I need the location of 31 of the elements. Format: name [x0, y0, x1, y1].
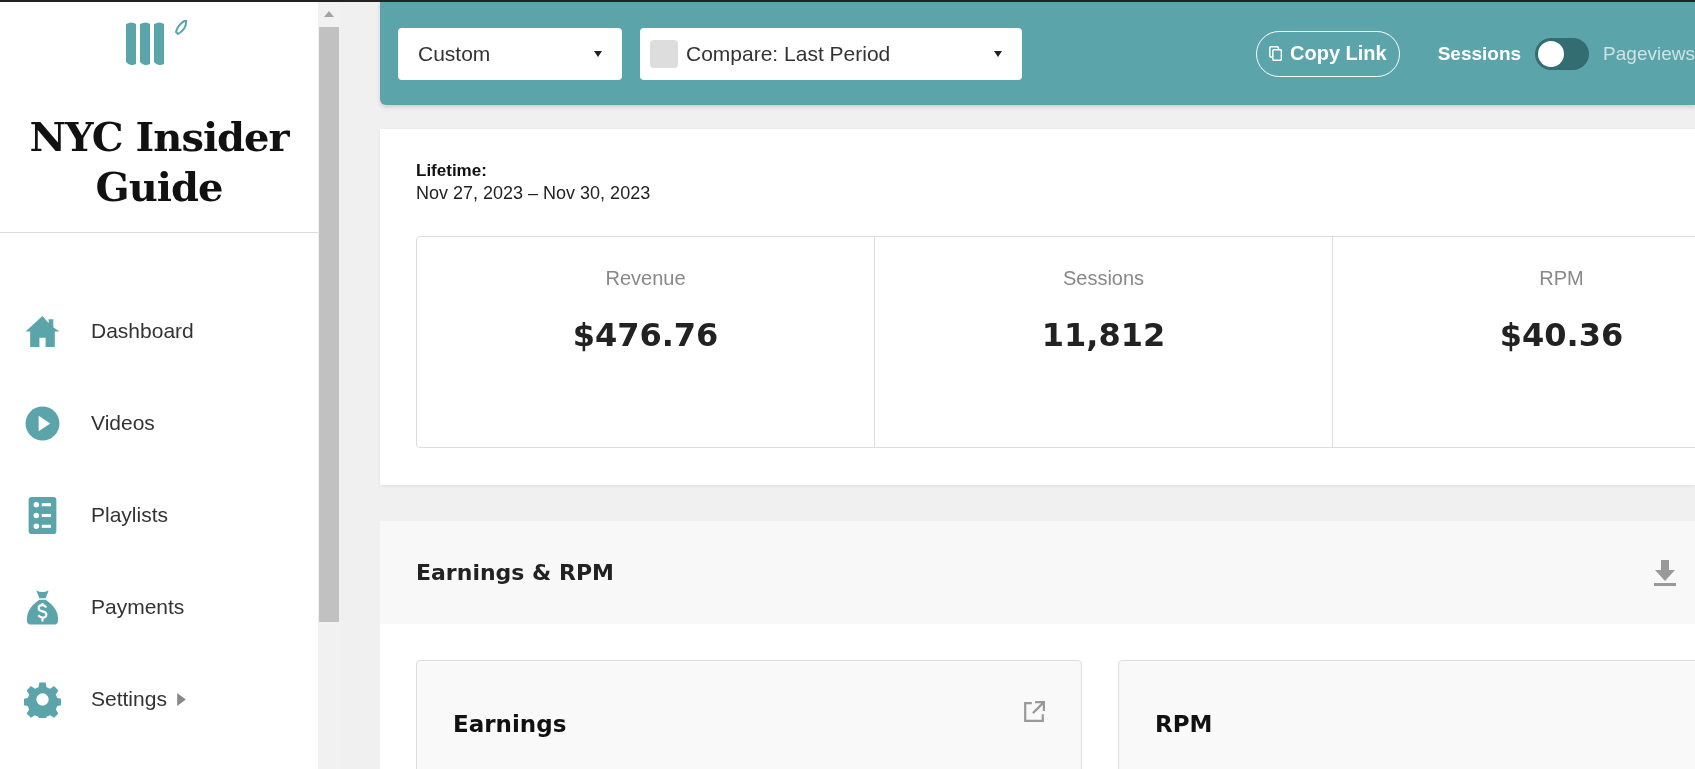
compare-dropdown[interactable]: Compare: Last Period: [640, 27, 1022, 80]
nav-item[interactable]: Settings: [0, 653, 318, 745]
stat-label: Revenue: [605, 267, 686, 290]
nav-item[interactable]: Videos: [0, 377, 318, 469]
card-title: Earnings: [453, 710, 568, 737]
card-title: RPM: [1155, 710, 1214, 737]
period-title: Lifetime:: [416, 161, 488, 181]
money-bag-icon: [24, 588, 61, 626]
nav-item[interactable]: Playlists: [0, 469, 318, 561]
stat-label: Sessions: [1062, 267, 1145, 290]
stat-label: RPM: [1539, 267, 1584, 290]
section-title: Earnings & RPM: [416, 560, 615, 585]
download-icon[interactable]: [1653, 558, 1677, 587]
nav-item[interactable]: Payments: [0, 561, 318, 653]
settings-icon: [24, 680, 61, 718]
metric-toggle-switch[interactable]: [1535, 37, 1590, 70]
date-range-dropdown[interactable]: Custom: [398, 27, 622, 80]
scrollbar-thumb[interactable]: [319, 27, 339, 622]
site-name: NYC Insider Guide: [28, 112, 291, 212]
period-dates: Nov 27, 2023 – Nov 30, 2023: [416, 183, 652, 204]
dropdown-caret-icon: [994, 50, 1002, 57]
stat-value: $40.36: [1499, 316, 1624, 354]
nav-item[interactable]: Dashboard: [0, 285, 318, 377]
compare-checkbox[interactable]: [650, 39, 678, 68]
stat-value: 11,812: [1041, 316, 1166, 354]
scroll-up-icon[interactable]: [324, 11, 334, 17]
play-icon: [24, 404, 61, 442]
stat-value: $476.76: [572, 316, 719, 354]
copy-icon: [1269, 46, 1282, 61]
dropdown-caret-icon: [594, 50, 602, 57]
open-external-icon[interactable]: [1023, 701, 1045, 723]
